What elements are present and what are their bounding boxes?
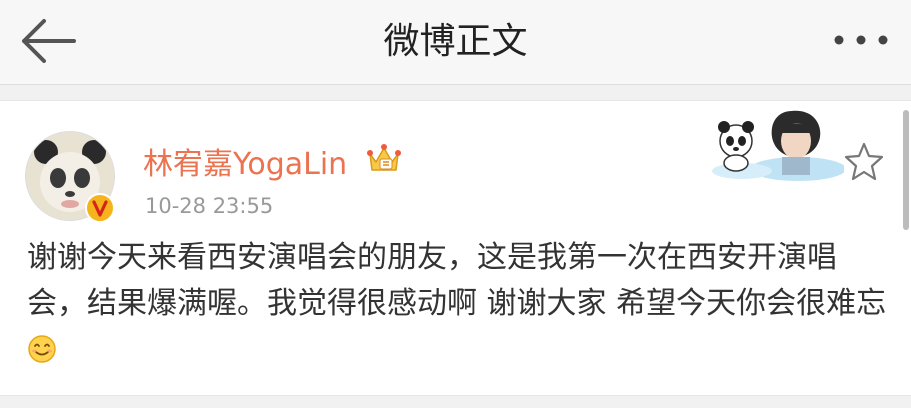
star-outline-icon[interactable]	[843, 141, 885, 181]
post-text: 谢谢今天来看西安演唱会的朋友，这是我第一次在西安开演唱会，结果爆满喔。我觉得很感…	[27, 235, 889, 373]
post-time: 10-28 23:55	[145, 194, 274, 218]
post-text-content: 谢谢今天来看西安演唱会的朋友，这是我第一次在西安开演唱会，结果爆满喔。我觉得很感…	[27, 240, 887, 321]
more-dots-icon	[834, 35, 888, 45]
more-button[interactable]	[831, 28, 891, 52]
verified-v-icon	[85, 193, 115, 223]
panda-card-decoration-icon	[712, 110, 844, 181]
bottom-divider	[0, 396, 911, 408]
top-nav-bar: 微博正文	[0, 0, 911, 85]
smile-icon	[28, 335, 56, 363]
scrollbar[interactable]	[903, 110, 909, 230]
weibo-post-card[interactable]: 林宥嘉YogaLin 10-28 23:55 谢谢今天来看西安演唱会的朋友，这是…	[0, 100, 911, 396]
crown-icon[interactable]	[366, 142, 402, 176]
page-title: 微博正文	[383, 21, 528, 62]
user-name[interactable]: 林宥嘉YogaLin	[143, 139, 347, 183]
